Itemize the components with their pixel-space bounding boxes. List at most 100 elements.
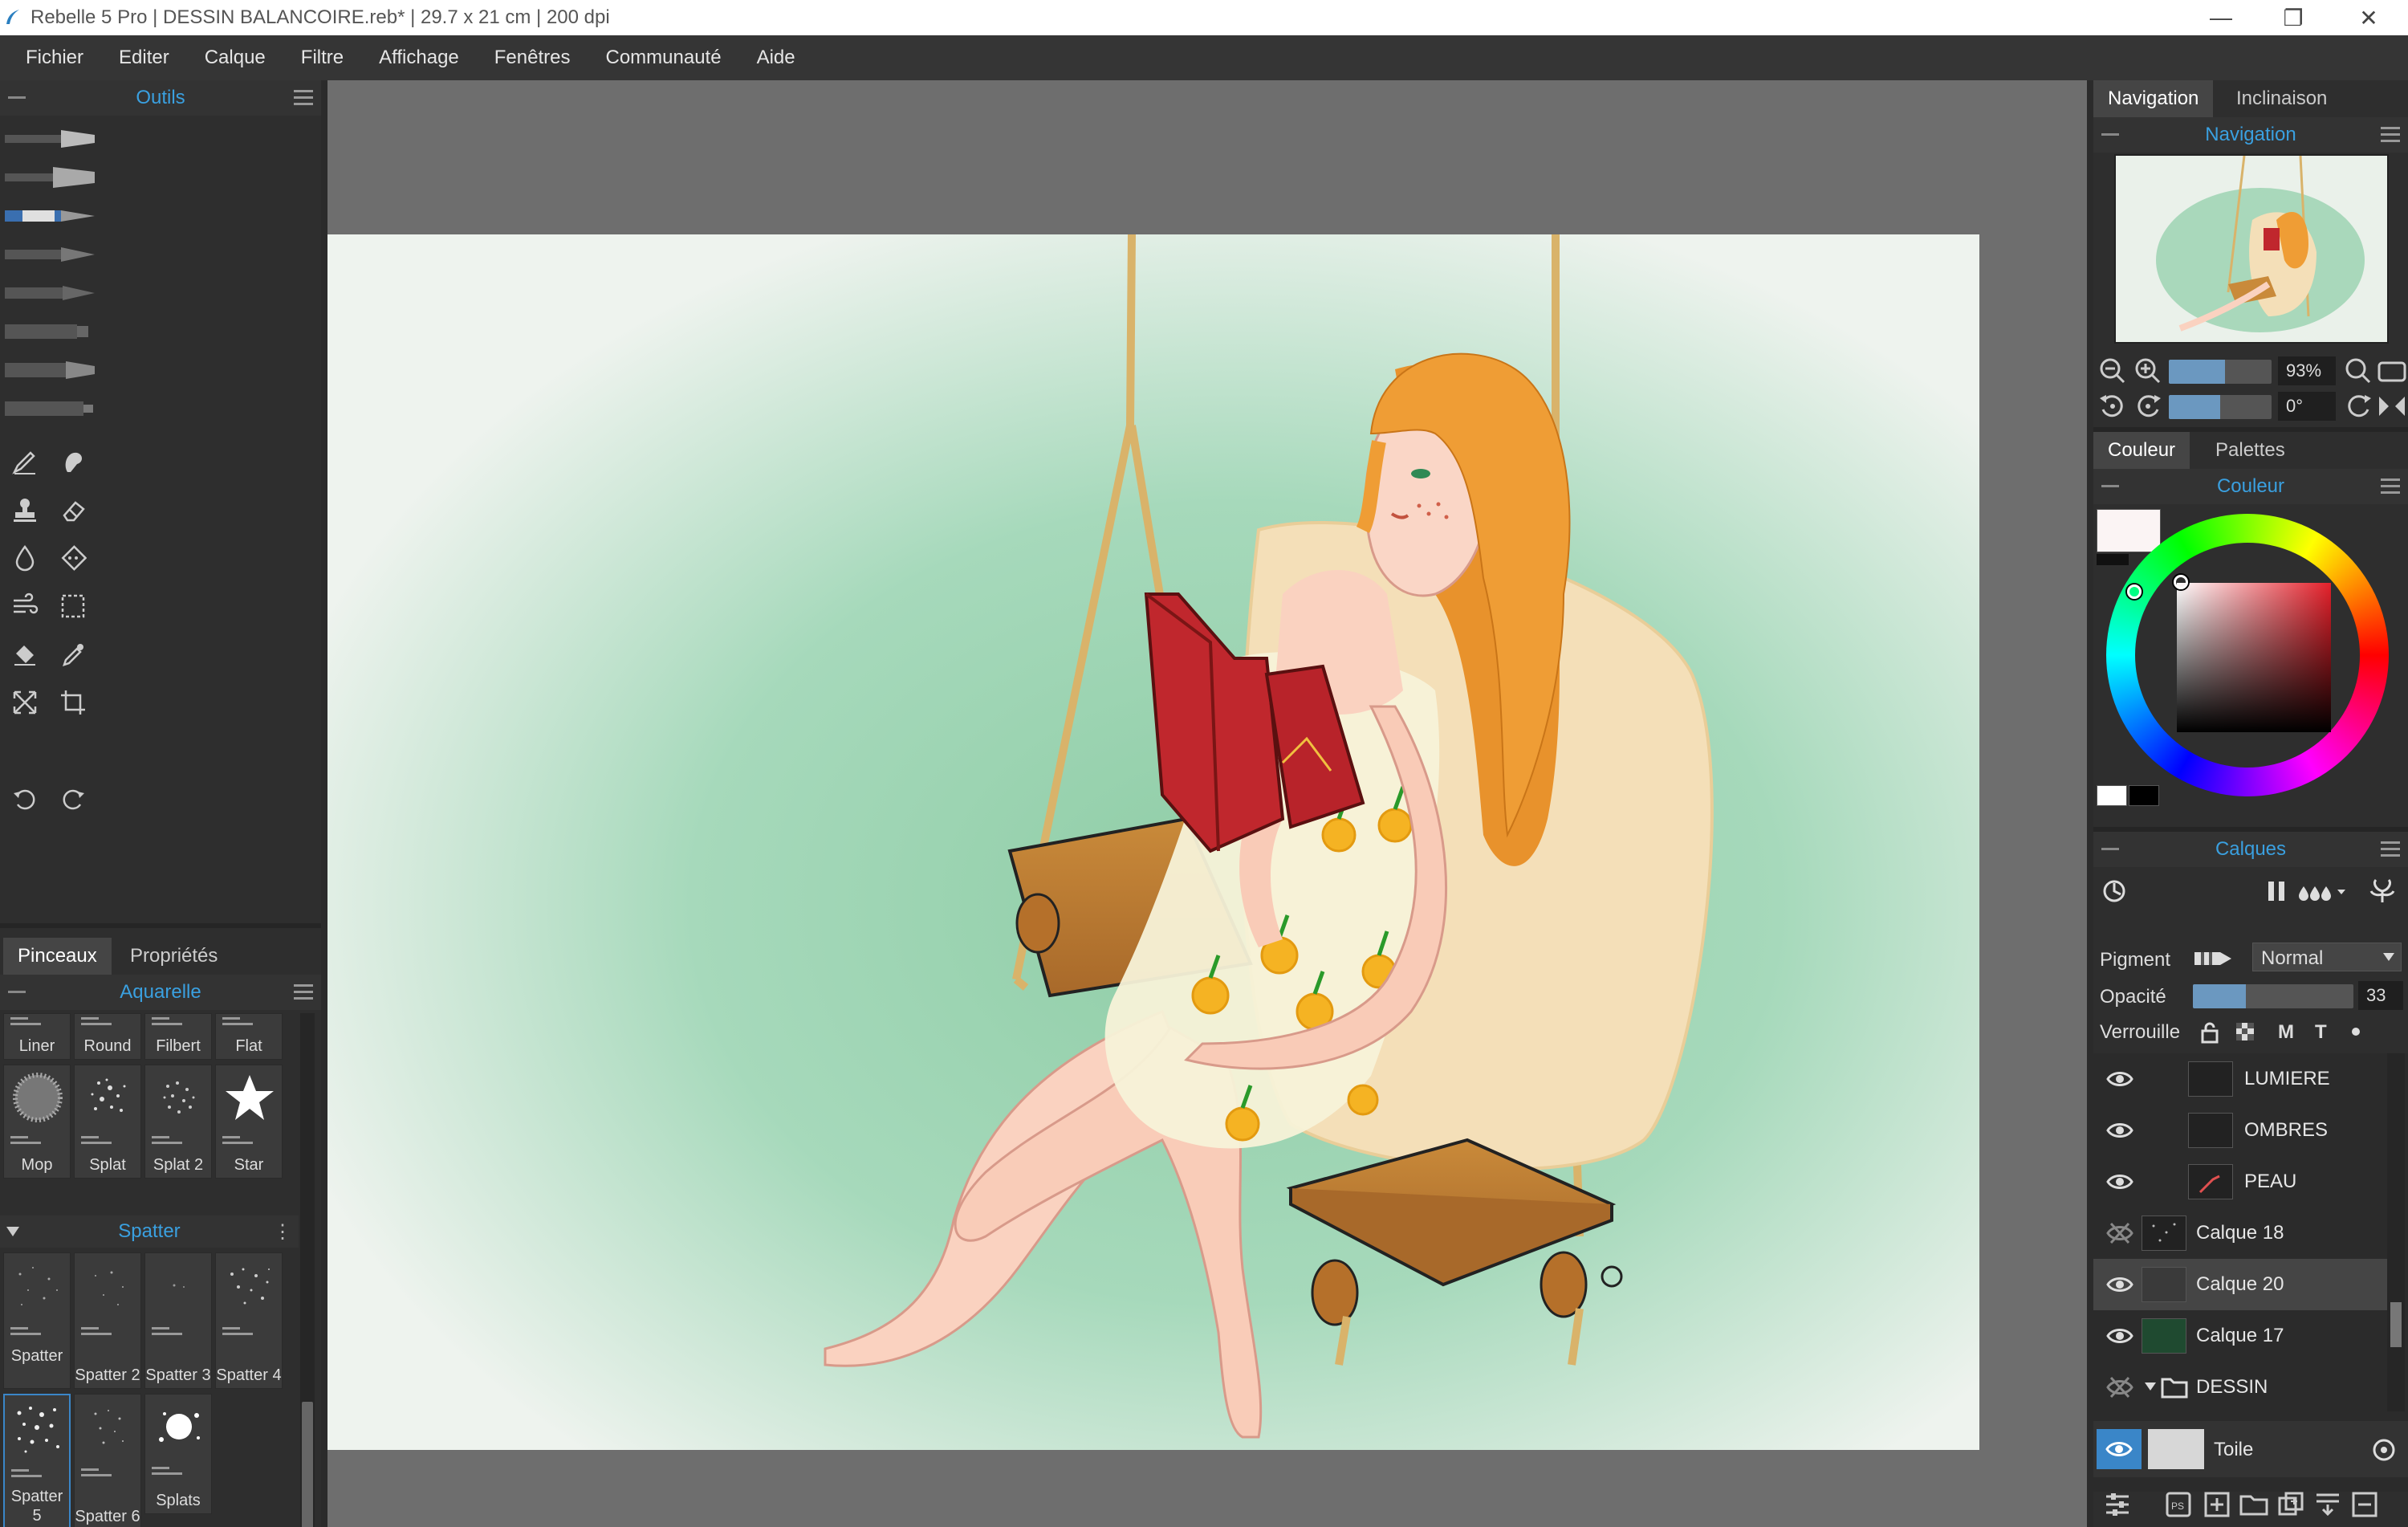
zoom-in-icon[interactable]: [2132, 355, 2164, 387]
close-icon[interactable]: ✕: [2333, 0, 2405, 35]
restore-icon[interactable]: ❐: [2257, 0, 2329, 35]
pencil-brush-icon[interactable]: [5, 201, 95, 231]
menu-icon[interactable]: [2381, 841, 2400, 857]
eraser-tool-icon[interactable]: [55, 491, 92, 528]
pigment-icon[interactable]: [2193, 949, 2235, 968]
current-color-swatch[interactable]: [2097, 509, 2161, 552]
layer-settings-icon[interactable]: [2103, 1490, 2132, 1519]
menu-editer[interactable]: Editer: [101, 35, 187, 80]
lock-text-button[interactable]: T: [2315, 1021, 2327, 1044]
zoom-value[interactable]: 93%: [2278, 356, 2336, 385]
collapse-icon[interactable]: [2101, 133, 2119, 136]
layer-group-row[interactable]: DESSIN: [2093, 1362, 2392, 1413]
layer-wet-icon[interactable]: [2098, 875, 2130, 907]
blow-tool-icon[interactable]: [6, 588, 43, 625]
airbrush-icon[interactable]: [5, 355, 95, 385]
lock-icon[interactable]: [2199, 1021, 2220, 1044]
blow-dry-icon[interactable]: [2366, 875, 2398, 907]
menu-icon[interactable]: [2381, 127, 2400, 143]
navigator-preview[interactable]: [2114, 154, 2389, 344]
black-swatch[interactable]: [2129, 785, 2159, 806]
canvas-area[interactable]: [327, 80, 2087, 1527]
brush-scrollbar[interactable]: [300, 1013, 315, 1527]
spatter-group-header[interactable]: Spatter ⋮: [0, 1215, 299, 1248]
blend-mode-select[interactable]: Normal: [2252, 943, 2402, 971]
layers-scrollbar[interactable]: [2387, 1053, 2405, 1411]
menu-fenetres[interactable]: Fenêtres: [477, 35, 588, 80]
menu-calque[interactable]: Calque: [187, 35, 283, 80]
menu-aide[interactable]: Aide: [739, 35, 813, 80]
zoom-out-icon[interactable]: [2097, 355, 2129, 387]
menu-filtre[interactable]: Filtre: [283, 35, 361, 80]
rotation-slider[interactable]: [2169, 395, 2272, 419]
undo-icon[interactable]: [6, 780, 43, 817]
brush-spatter-5[interactable]: Spatter 5: [3, 1394, 71, 1527]
collapse-icon[interactable]: [2101, 485, 2119, 487]
opacity-slider[interactable]: [2193, 984, 2353, 1008]
brush-splats[interactable]: Splats: [144, 1394, 212, 1514]
eye-icon[interactable]: [2106, 1272, 2133, 1297]
brush-flat[interactable]: Flat: [215, 1013, 283, 1060]
drops-icon[interactable]: [2297, 875, 2350, 907]
brush-spatter-6[interactable]: Spatter 6: [74, 1394, 141, 1527]
brush-spatter-2[interactable]: Spatter 2: [74, 1252, 141, 1389]
canvas-settings-icon[interactable]: [2369, 1435, 2398, 1464]
menu-affichage[interactable]: Affichage: [361, 35, 477, 80]
pause-icon[interactable]: [2260, 875, 2292, 907]
new-folder-icon[interactable]: [2239, 1490, 2268, 1519]
fit-screen-icon[interactable]: [2376, 355, 2408, 387]
flip-horizontal-icon[interactable]: [2376, 390, 2408, 422]
canvas-layer-row[interactable]: Toile: [2093, 1421, 2408, 1477]
chevron-down-icon[interactable]: [2145, 1382, 2156, 1391]
selection-tool-icon[interactable]: [55, 588, 92, 625]
brush-mop[interactable]: Mop: [3, 1065, 71, 1179]
painting-canvas[interactable]: [327, 80, 2087, 1527]
new-layer-icon[interactable]: [2203, 1490, 2231, 1519]
watercolor-brush-icon[interactable]: [5, 124, 95, 154]
pastel-icon[interactable]: [5, 316, 95, 347]
tab-proprietes[interactable]: Propriétés: [116, 938, 232, 975]
tab-pinceaux[interactable]: Pinceaux: [3, 938, 112, 975]
palette-knife-icon[interactable]: [5, 393, 95, 424]
white-swatch[interactable]: [2097, 785, 2127, 806]
fill-tool-icon[interactable]: [6, 636, 43, 673]
duplicate-layer-icon[interactable]: [2276, 1490, 2305, 1519]
stamp-tool-icon[interactable]: [6, 491, 43, 528]
brush-splat[interactable]: Splat: [74, 1065, 141, 1179]
layer-row[interactable]: Calque 18: [2093, 1207, 2392, 1259]
brush-star[interactable]: Star: [215, 1065, 283, 1179]
tab-inclinaison[interactable]: Inclinaison: [2222, 80, 2341, 117]
more-options-icon[interactable]: ⋮: [273, 1220, 292, 1244]
import-psd-icon[interactable]: PS: [2164, 1490, 2193, 1519]
minimize-icon[interactable]: —: [2185, 0, 2257, 35]
brush-spatter-4[interactable]: Spatter 4: [215, 1252, 283, 1389]
ink-pen-icon[interactable]: [5, 239, 95, 270]
lock-dot-icon[interactable]: [2352, 1028, 2360, 1036]
zoom-fit-icon[interactable]: [2342, 355, 2374, 387]
merge-layer-icon[interactable]: [2313, 1490, 2342, 1519]
color-marker[interactable]: [2174, 575, 2188, 589]
hidden-eye-icon[interactable]: [2106, 1374, 2133, 1400]
eye-icon[interactable]: [2106, 1118, 2133, 1143]
opacity-value[interactable]: 33: [2358, 981, 2403, 1010]
crop-tool-icon[interactable]: [55, 684, 92, 721]
brush-category-title[interactable]: Aquarelle: [120, 981, 201, 1004]
zoom-slider[interactable]: [2169, 360, 2272, 384]
menu-fichier[interactable]: Fichier: [8, 35, 101, 80]
brush-spatter[interactable]: Spatter: [3, 1252, 71, 1389]
eyedropper-tool-icon[interactable]: [55, 636, 92, 673]
eye-icon[interactable]: [2106, 1169, 2133, 1195]
hidden-eye-icon[interactable]: [2106, 1220, 2133, 1246]
brush-liner[interactable]: Liner: [3, 1013, 71, 1060]
tab-palettes[interactable]: Palettes: [2201, 432, 2300, 469]
collapse-icon[interactable]: [2101, 848, 2119, 850]
acrylic-brush-icon[interactable]: [5, 162, 95, 193]
transform-tool-icon[interactable]: [6, 684, 43, 721]
tab-navigation[interactable]: Navigation: [2093, 80, 2214, 117]
brush-splat-2[interactable]: Splat 2: [144, 1065, 212, 1179]
layer-row[interactable]: OMBRES: [2093, 1105, 2392, 1156]
collapse-icon[interactable]: [8, 991, 26, 993]
scrollbar-thumb[interactable]: [302, 1402, 313, 1527]
reset-rotation-icon[interactable]: [2342, 390, 2374, 422]
hue-marker[interactable]: [2127, 584, 2142, 599]
